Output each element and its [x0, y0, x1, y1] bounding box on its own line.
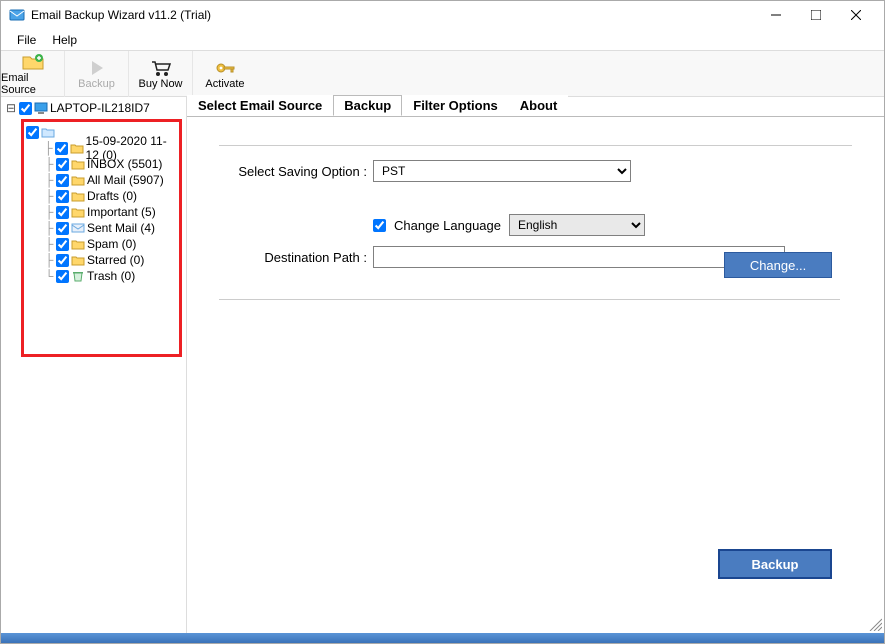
folder-row[interactable]: ├ Spam (0)	[26, 236, 177, 252]
folder-checkbox[interactable]	[56, 158, 69, 171]
folder-checkbox[interactable]	[56, 270, 69, 283]
toolbar: Email Source Backup Buy Now Activate	[1, 51, 884, 97]
folder-row[interactable]: ├ Drafts (0)	[26, 188, 177, 204]
tree-branch-icon: ├	[44, 141, 53, 155]
folder-label: INBOX (5501)	[87, 157, 162, 171]
activate-label: Activate	[205, 78, 244, 90]
tree-branch-icon: ├	[44, 157, 54, 171]
backup-toolbar-button[interactable]: Backup	[65, 51, 129, 97]
folder-row[interactable]: ├ INBOX (5501)	[26, 156, 177, 172]
destination-label: Destination Path :	[219, 250, 373, 265]
folder-row[interactable]: ├ All Mail (5907)	[26, 172, 177, 188]
saving-option-label: Select Saving Option :	[219, 164, 373, 179]
tab-backup[interactable]: Backup	[333, 95, 402, 116]
folder-icon	[71, 206, 85, 218]
folder-highlight-box: ├15-09-2020 11-12 (0)├INBOX (5501)├All M…	[21, 119, 182, 357]
buy-now-button[interactable]: Buy Now	[129, 51, 193, 97]
main-panel: Select Email Source Backup Filter Option…	[187, 97, 884, 633]
cart-icon	[150, 58, 172, 78]
tab-about[interactable]: About	[509, 95, 569, 116]
folder-label: Spam (0)	[87, 237, 136, 251]
key-icon	[214, 58, 236, 78]
folder-icon	[71, 222, 85, 234]
maximize-button[interactable]	[796, 1, 836, 29]
resize-grip[interactable]	[868, 617, 882, 631]
collapse-icon[interactable]: ⊟	[5, 101, 17, 115]
menu-file[interactable]: File	[9, 31, 44, 49]
folder-row[interactable]: ├ Sent Mail (4)	[26, 220, 177, 236]
folder-checkbox[interactable]	[56, 206, 69, 219]
window-title: Email Backup Wizard v11.2 (Trial)	[31, 8, 756, 22]
sidebar-tree: ⊟ LAPTOP-IL218ID7 ├15-09-2020 11-12 (0)├…	[1, 97, 187, 633]
menubar: File Help	[1, 29, 884, 51]
statusbar	[1, 633, 884, 643]
email-source-label: Email Source	[1, 72, 64, 96]
menu-help[interactable]: Help	[44, 31, 85, 49]
folder-checkbox[interactable]	[56, 174, 69, 187]
folder-label: Starred (0)	[87, 253, 144, 267]
folder-list: ├15-09-2020 11-12 (0)├INBOX (5501)├All M…	[26, 140, 177, 284]
backup-panel: Select Saving Option : PST Change Langua…	[187, 117, 884, 268]
language-select[interactable]: English	[509, 214, 645, 236]
folder-row[interactable]: ├15-09-2020 11-12 (0)	[26, 140, 177, 156]
divider-bottom	[219, 299, 840, 300]
change-language-label: Change Language	[394, 218, 501, 233]
activate-button[interactable]: Activate	[193, 51, 257, 97]
tree-branch-icon: ├	[44, 205, 54, 219]
folder-label: Trash (0)	[87, 269, 135, 283]
tabs: Select Email Source Backup Filter Option…	[187, 95, 884, 117]
folder-icon	[71, 190, 85, 202]
tab-filter-options[interactable]: Filter Options	[402, 95, 509, 116]
folder-checkbox[interactable]	[56, 190, 69, 203]
email-source-button[interactable]: Email Source	[1, 51, 65, 97]
saving-option-select[interactable]: PST	[373, 160, 631, 182]
folder-icon	[71, 174, 85, 186]
content-area: ⊟ LAPTOP-IL218ID7 ├15-09-2020 11-12 (0)├…	[1, 97, 884, 633]
app-icon	[9, 7, 25, 23]
saving-option-row: Select Saving Option : PST	[219, 160, 852, 182]
tree-branch-icon: ├	[44, 221, 54, 235]
folder-label: Drafts (0)	[87, 189, 137, 203]
minimize-button[interactable]	[756, 1, 796, 29]
folder-label: Important (5)	[87, 205, 156, 219]
tree-branch-icon: ├	[44, 173, 54, 187]
folder-icon	[71, 254, 85, 266]
language-row: Change Language English	[373, 214, 852, 236]
folder-row[interactable]: ├ Starred (0)	[26, 252, 177, 268]
tree-branch-icon: ├	[44, 237, 54, 251]
backup-button[interactable]: Backup	[718, 549, 832, 579]
folder-label: All Mail (5907)	[87, 173, 164, 187]
tree-branch-icon: └	[44, 269, 54, 283]
play-icon	[86, 58, 108, 78]
folder-row[interactable]: ├ Important (5)	[26, 204, 177, 220]
tree-root[interactable]: ⊟ LAPTOP-IL218ID7	[3, 99, 186, 117]
computer-icon	[34, 102, 48, 114]
backup-toolbar-label: Backup	[78, 78, 115, 90]
tab-select-email-source[interactable]: Select Email Source	[187, 95, 333, 116]
folder-checkbox[interactable]	[56, 222, 69, 235]
close-button[interactable]	[836, 1, 876, 29]
folder-icon	[70, 142, 84, 154]
folder-icon	[71, 238, 85, 250]
root-label: LAPTOP-IL218ID7	[50, 101, 150, 115]
buy-now-label: Buy Now	[138, 78, 182, 90]
folder-row[interactable]: └ Trash (0)	[26, 268, 177, 284]
tree-branch-icon: ├	[44, 253, 54, 267]
folder-plus-icon	[22, 52, 44, 72]
account-icon	[41, 126, 55, 138]
folder-icon	[71, 158, 85, 170]
divider-top	[219, 145, 852, 146]
folder-label: Sent Mail (4)	[87, 221, 155, 235]
change-language-checkbox[interactable]	[373, 219, 386, 232]
titlebar: Email Backup Wizard v11.2 (Trial)	[1, 1, 884, 29]
folder-checkbox[interactable]	[56, 238, 69, 251]
folder-checkbox[interactable]	[55, 142, 68, 155]
change-button[interactable]: Change...	[724, 252, 832, 278]
root-checkbox[interactable]	[19, 102, 32, 115]
folder-icon	[71, 270, 85, 282]
account-checkbox[interactable]	[26, 126, 39, 139]
tree-branch-icon: ├	[44, 189, 54, 203]
folder-checkbox[interactable]	[56, 254, 69, 267]
